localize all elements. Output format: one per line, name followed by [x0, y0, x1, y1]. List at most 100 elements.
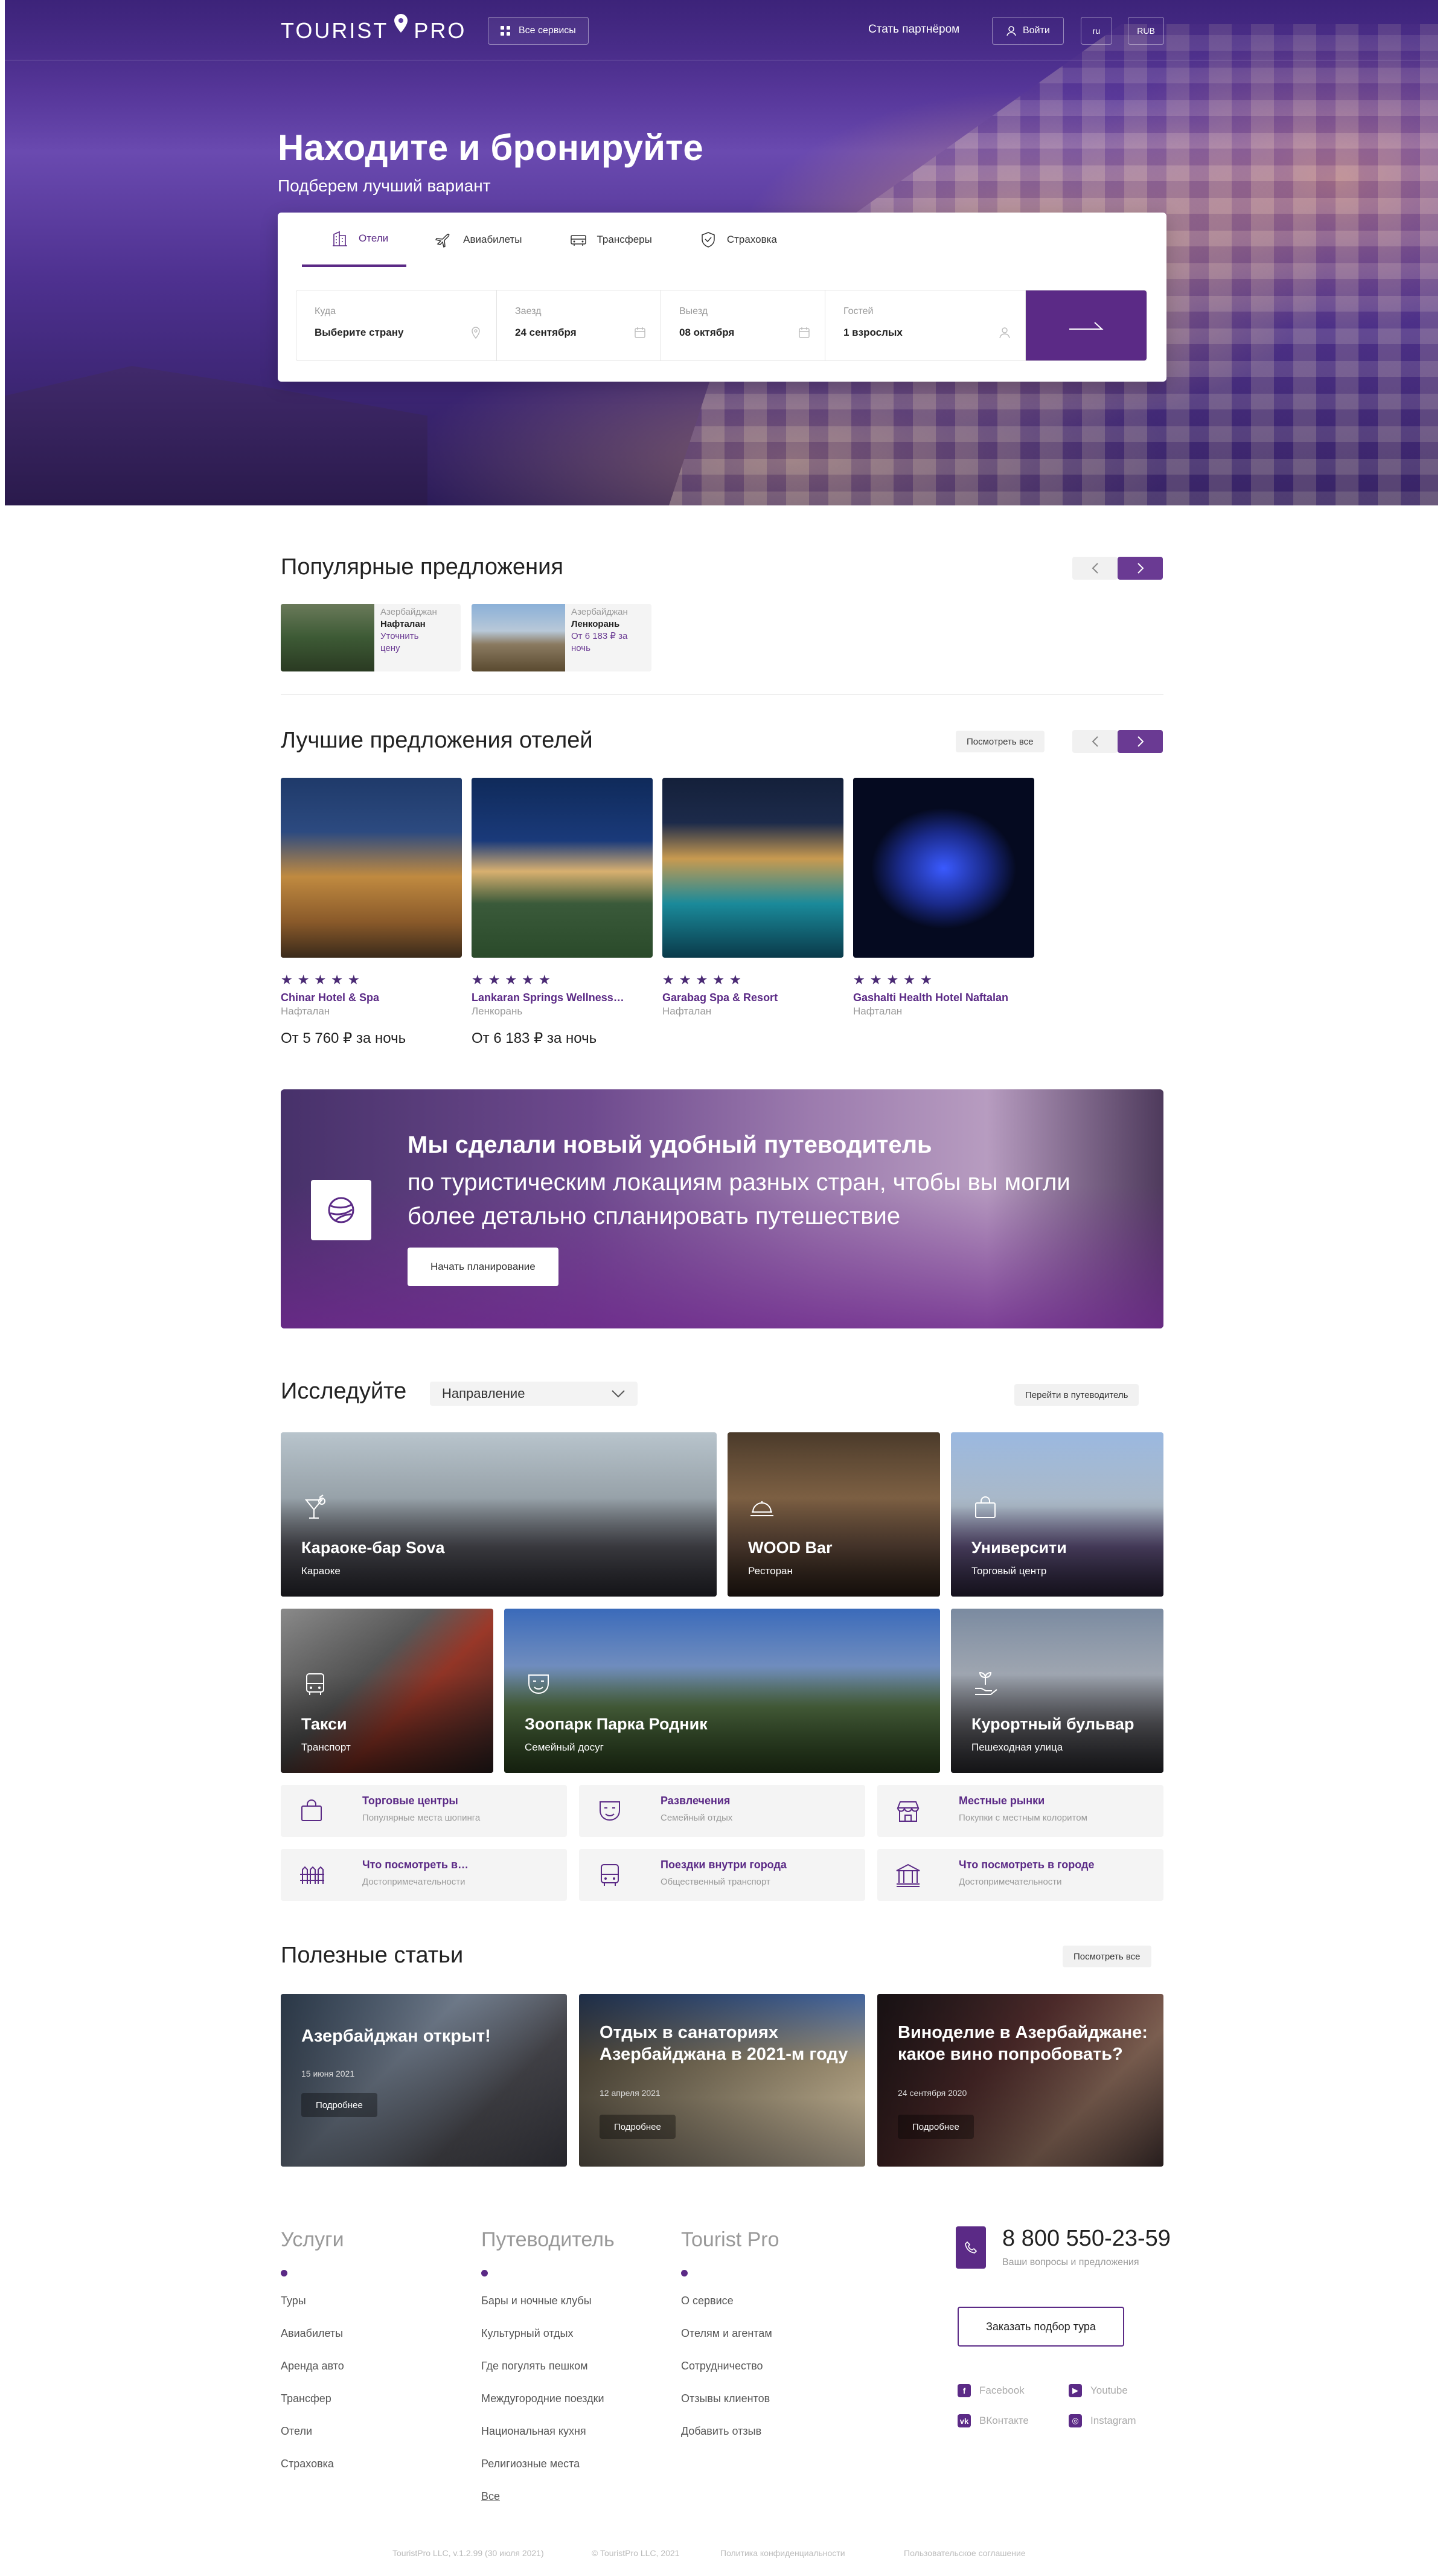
hotel-card[interactable]: ★ ★ ★ ★ ★ Garabag Spa & Resort Нафталан	[662, 778, 843, 1017]
search-submit-button[interactable]	[1026, 290, 1147, 360]
footer-link[interactable]: Туры	[281, 2295, 344, 2327]
article-more-button[interactable]: Подробнее	[600, 2115, 676, 2139]
vk-link[interactable]: vk ВКонтакте	[958, 2414, 1029, 2427]
next-button[interactable]	[1118, 557, 1163, 580]
article-card[interactable]: Отдых в санаториях Азербайджана в 2021-м…	[579, 1994, 865, 2167]
article-card[interactable]: Виноделие в Азербайджане: какое вино поп…	[877, 1994, 1163, 2167]
footer-link[interactable]: Сотрудничество	[681, 2360, 779, 2392]
login-button[interactable]: Войти	[992, 17, 1064, 45]
chevron-down-icon	[612, 1390, 625, 1398]
see-all-hotels-button[interactable]: Посмотреть все	[956, 731, 1045, 752]
prev-button[interactable]	[1072, 557, 1118, 580]
footer-link[interactable]: Междугородние поездки	[481, 2392, 615, 2425]
chevron-left-icon	[1092, 736, 1098, 747]
offer-country: Азербайджан	[571, 607, 628, 617]
mask-icon	[600, 1801, 620, 1821]
category-item[interactable]: Что посмотреть в городе Достопримечатель…	[877, 1849, 1163, 1901]
footer-link[interactable]: Отелям и агентам	[681, 2327, 779, 2360]
become-partner-link[interactable]: Стать партнёром	[868, 23, 959, 36]
direction-select[interactable]: Направление	[430, 1382, 638, 1406]
place-card[interactable]: Курортный бульвар Пешеходная улица	[951, 1609, 1163, 1773]
footer-link[interactable]: Где погулять пешком	[481, 2360, 615, 2392]
privacy-link[interactable]: Политика конфиденциальности	[720, 2548, 845, 2558]
banner-text: по туристическим локациям разных стран, …	[408, 1169, 1070, 1229]
footer-link[interactable]: Трансфер	[281, 2392, 344, 2425]
footer-link[interactable]: Религиозные места	[481, 2458, 615, 2490]
category-desc: Семейный отдых	[661, 1813, 733, 1823]
footer-link[interactable]: Страховка	[281, 2458, 344, 2490]
footer-link[interactable]: Отели	[281, 2425, 344, 2458]
category-item[interactable]: Развлечения Семейный отдых	[579, 1785, 865, 1837]
phone-number[interactable]: 8 800 550-23-59	[1002, 2226, 1171, 2252]
checkin-field[interactable]: Заезд 24 сентября	[497, 290, 661, 360]
popular-offer-card[interactable]: Азербайджан Ленкорань От 6 183 ₽ за ночь	[472, 604, 651, 671]
go-to-guide-button[interactable]: Перейти в путеводитель	[1014, 1384, 1139, 1406]
category-item[interactable]: Поездки внутри города Общественный транс…	[579, 1849, 865, 1901]
instagram-link[interactable]: ◎ Instagram	[1069, 2414, 1136, 2427]
museum-icon	[896, 1863, 920, 1887]
social-label: Instagram	[1090, 2415, 1136, 2426]
tab-insurance[interactable]: Страховка	[670, 213, 795, 267]
car-icon	[570, 235, 586, 246]
footer-link[interactable]: Авиабилеты	[281, 2327, 344, 2360]
banner-title: Мы сделали новый удобный путеводитель	[408, 1132, 932, 1158]
category-item[interactable]: Торговые центры Популярные места шопинга	[281, 1785, 567, 1837]
footer-all-link[interactable]: Все	[481, 2490, 615, 2503]
tab-transfers[interactable]: Трансферы	[540, 213, 670, 267]
order-tour-button[interactable]: Заказать подбор тура	[958, 2307, 1124, 2347]
explore-title: Исследуйте	[281, 1379, 407, 1404]
footer-link[interactable]: Отзывы клиентов	[681, 2392, 779, 2425]
next-button[interactable]	[1118, 730, 1163, 753]
instagram-icon: ◎	[1069, 2414, 1082, 2427]
hotel-name: Lankaran Springs Wellness…	[472, 992, 624, 1004]
footer-link[interactable]: Аренда авто	[281, 2360, 344, 2392]
all-services-button[interactable]: Все сервисы	[488, 17, 589, 45]
offer-image	[281, 604, 374, 671]
place-name: Зоопарк Парка Родник	[525, 1715, 708, 1733]
category-item[interactable]: Что посмотреть в… Достопримечательности	[281, 1849, 567, 1901]
footer-heading: Путеводитель	[481, 2228, 615, 2251]
place-name: Караоке-бар Sova	[301, 1539, 445, 1557]
place-card[interactable]: WOOD Bar Ресторан	[728, 1432, 940, 1597]
footer-link[interactable]: О сервисе	[681, 2295, 779, 2327]
article-card[interactable]: Азербайджан открыт! 15 июня 2021 Подробн…	[281, 1994, 567, 2167]
footer-link[interactable]: Национальная кухня	[481, 2425, 615, 2458]
logo[interactable]: TOURIST PRO	[281, 14, 467, 43]
article-more-button[interactable]: Подробнее	[301, 2093, 377, 2117]
prev-button[interactable]	[1072, 730, 1118, 753]
guests-field[interactable]: Гостей 1 взрослых	[825, 290, 1026, 360]
article-title: Азербайджан открыт!	[301, 2027, 491, 2046]
hotel-card[interactable]: ★ ★ ★ ★ ★ Gashalti Health Hotel Naftalan Наф…	[853, 778, 1034, 1017]
footer-link[interactable]: Культурный отдых	[481, 2327, 615, 2360]
checkout-field[interactable]: Выезд 08 октября	[661, 290, 825, 360]
terms-link[interactable]: Пользовательское соглашение	[904, 2548, 1026, 2558]
hotel-card[interactable]: ★ ★ ★ ★ ★ Chinar Hotel & Spa Нафталан От 5 7…	[281, 778, 462, 1047]
place-card[interactable]: Университи Торговый центр	[951, 1432, 1163, 1597]
footer-link[interactable]: Бары и ночные клубы	[481, 2295, 615, 2327]
place-card[interactable]: Такси Транспорт	[281, 1609, 493, 1773]
youtube-link[interactable]: ▶ Youtube	[1069, 2384, 1128, 2397]
facebook-link[interactable]: f Facebook	[958, 2384, 1025, 2397]
tab-hotels[interactable]: Отели	[302, 213, 407, 267]
destination-field[interactable]: Куда Выберите страну	[296, 290, 497, 360]
footer-link[interactable]: Добавить отзыв	[681, 2425, 779, 2458]
tab-label: Страховка	[726, 234, 777, 245]
popular-offer-card[interactable]: Азербайджан Нафталан Уточнить цену	[281, 604, 461, 671]
article-more-button[interactable]: Подробнее	[898, 2115, 974, 2139]
see-all-articles-button[interactable]: Посмотреть все	[1063, 1946, 1151, 1967]
logo-text-right: PRO	[414, 18, 467, 43]
place-card[interactable]: Караоке-бар Sova Караоке	[281, 1432, 717, 1597]
hotel-card[interactable]: ★ ★ ★ ★ ★ Lankaran Springs Wellness… Ленкора…	[472, 778, 653, 1047]
place-card[interactable]: Зоопарк Парка Родник Семейный досуг	[504, 1609, 940, 1773]
start-planning-button[interactable]: Начать планирование	[408, 1248, 558, 1286]
tab-flights[interactable]: Авиабилеты	[406, 213, 540, 267]
hotel-image	[853, 778, 1034, 958]
category-item[interactable]: Местные рынки Покупки с местным колорито…	[877, 1785, 1163, 1837]
category-desc: Покупки с местным колоритом	[959, 1813, 1087, 1823]
field-label: Выезд	[679, 306, 708, 316]
star-rating: ★ ★ ★ ★ ★	[281, 972, 360, 987]
category-name: Поездки внутри города	[661, 1859, 787, 1871]
currency-select[interactable]: RUB	[1128, 17, 1164, 45]
language-select[interactable]: ru	[1081, 17, 1112, 45]
guide-promo-banner: Мы сделали новый удобный путеводитель по…	[281, 1089, 1163, 1328]
